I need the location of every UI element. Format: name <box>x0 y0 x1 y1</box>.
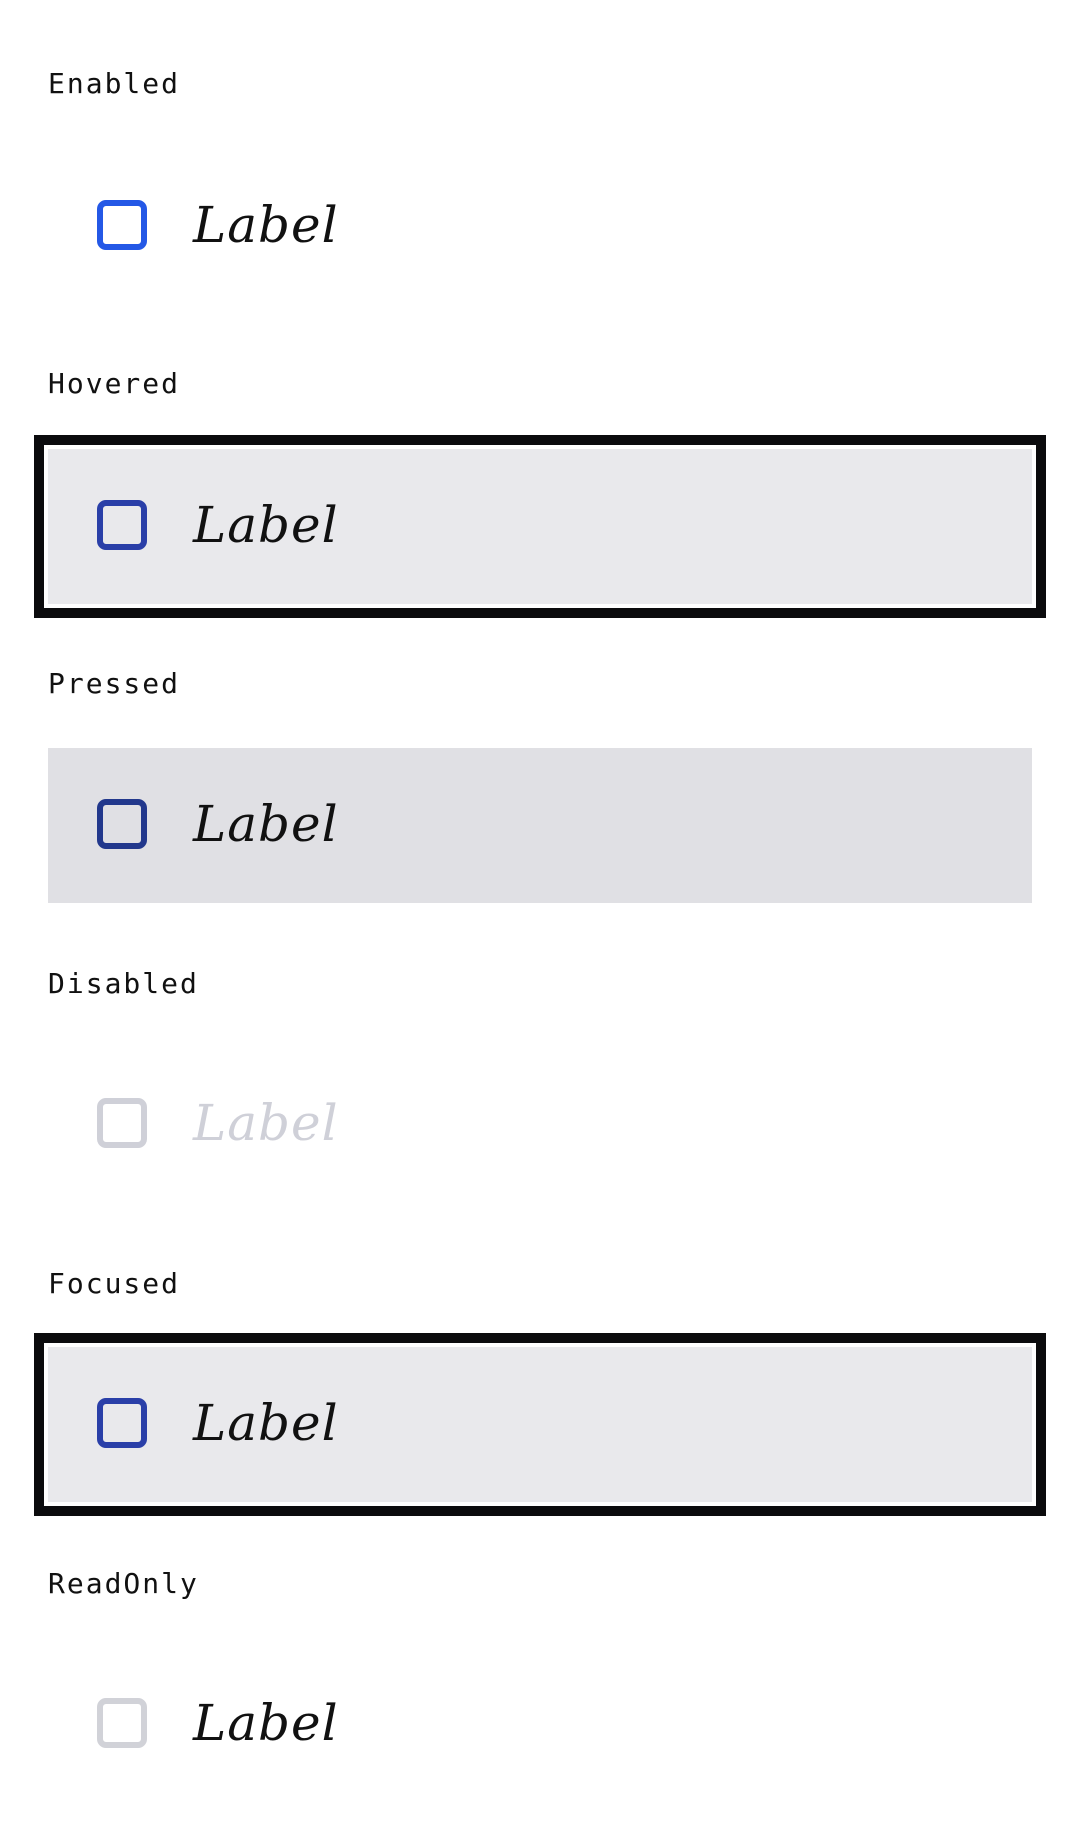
state-title-hovered: Hovered <box>48 367 181 400</box>
checkbox-label: Label <box>193 1694 339 1752</box>
state-title-disabled: Disabled <box>48 967 199 1000</box>
checkbox-label: Label <box>193 1094 339 1152</box>
checkbox-label: Label <box>193 1394 339 1452</box>
checkbox-row-hovered[interactable]: Label <box>34 435 1046 618</box>
checkbox-label: Label <box>193 196 339 254</box>
state-title-pressed: Pressed <box>48 667 181 700</box>
checkbox-row-enabled[interactable]: Label <box>48 149 1032 304</box>
checkbox[interactable] <box>97 1398 147 1448</box>
state-title-enabled: Enabled <box>48 67 181 100</box>
checkbox <box>97 1098 147 1148</box>
checkbox[interactable] <box>97 799 147 849</box>
state-title-readonly: ReadOnly <box>48 1567 199 1600</box>
checkbox[interactable] <box>97 500 147 550</box>
checkbox-row-disabled: Label <box>48 1047 1032 1202</box>
checkbox-label: Label <box>193 496 339 554</box>
checkbox-row-readonly[interactable]: Label <box>48 1647 1032 1802</box>
checkbox-row-pressed[interactable]: Label <box>48 748 1032 903</box>
checkbox-label: Label <box>193 795 339 853</box>
checkbox[interactable] <box>97 1698 147 1748</box>
checkbox[interactable] <box>97 200 147 250</box>
state-title-focused: Focused <box>48 1267 181 1300</box>
checkbox-row-focused[interactable]: Label <box>34 1333 1046 1516</box>
